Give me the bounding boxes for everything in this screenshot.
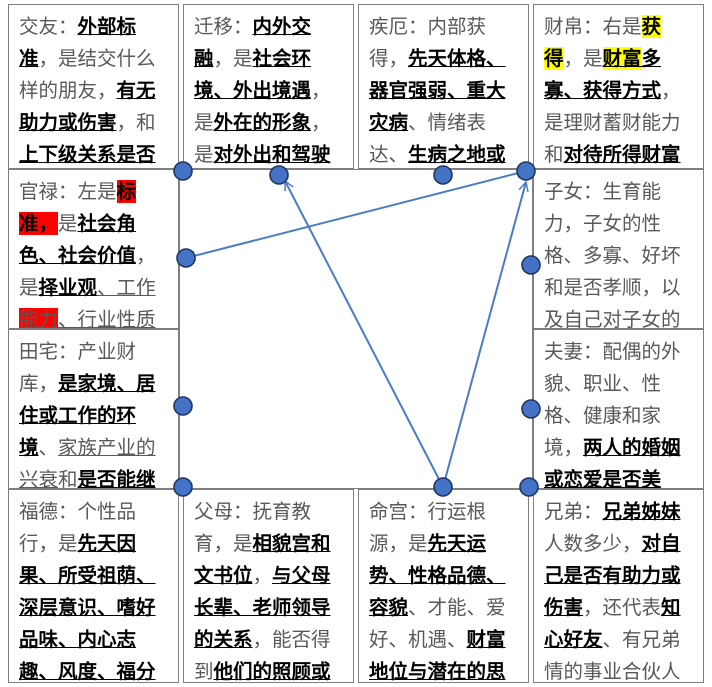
node-tianzhai xyxy=(173,396,193,416)
triad-lines xyxy=(186,171,526,488)
node-qianyi xyxy=(269,165,289,185)
arrow-caibo-guanlu xyxy=(186,171,526,258)
node-caibo xyxy=(516,161,536,181)
node-jie xyxy=(433,165,453,185)
node-fumu xyxy=(173,477,193,497)
node-ming xyxy=(433,477,453,497)
node-top-left-corner xyxy=(173,161,193,181)
node-bottom-right-corner xyxy=(519,477,539,497)
node-guanlu xyxy=(176,248,196,268)
node-zinv xyxy=(521,255,541,275)
node-fuqi xyxy=(521,399,541,419)
connection-overlay xyxy=(173,161,541,497)
arrow-ming-to-caibo xyxy=(442,182,526,488)
